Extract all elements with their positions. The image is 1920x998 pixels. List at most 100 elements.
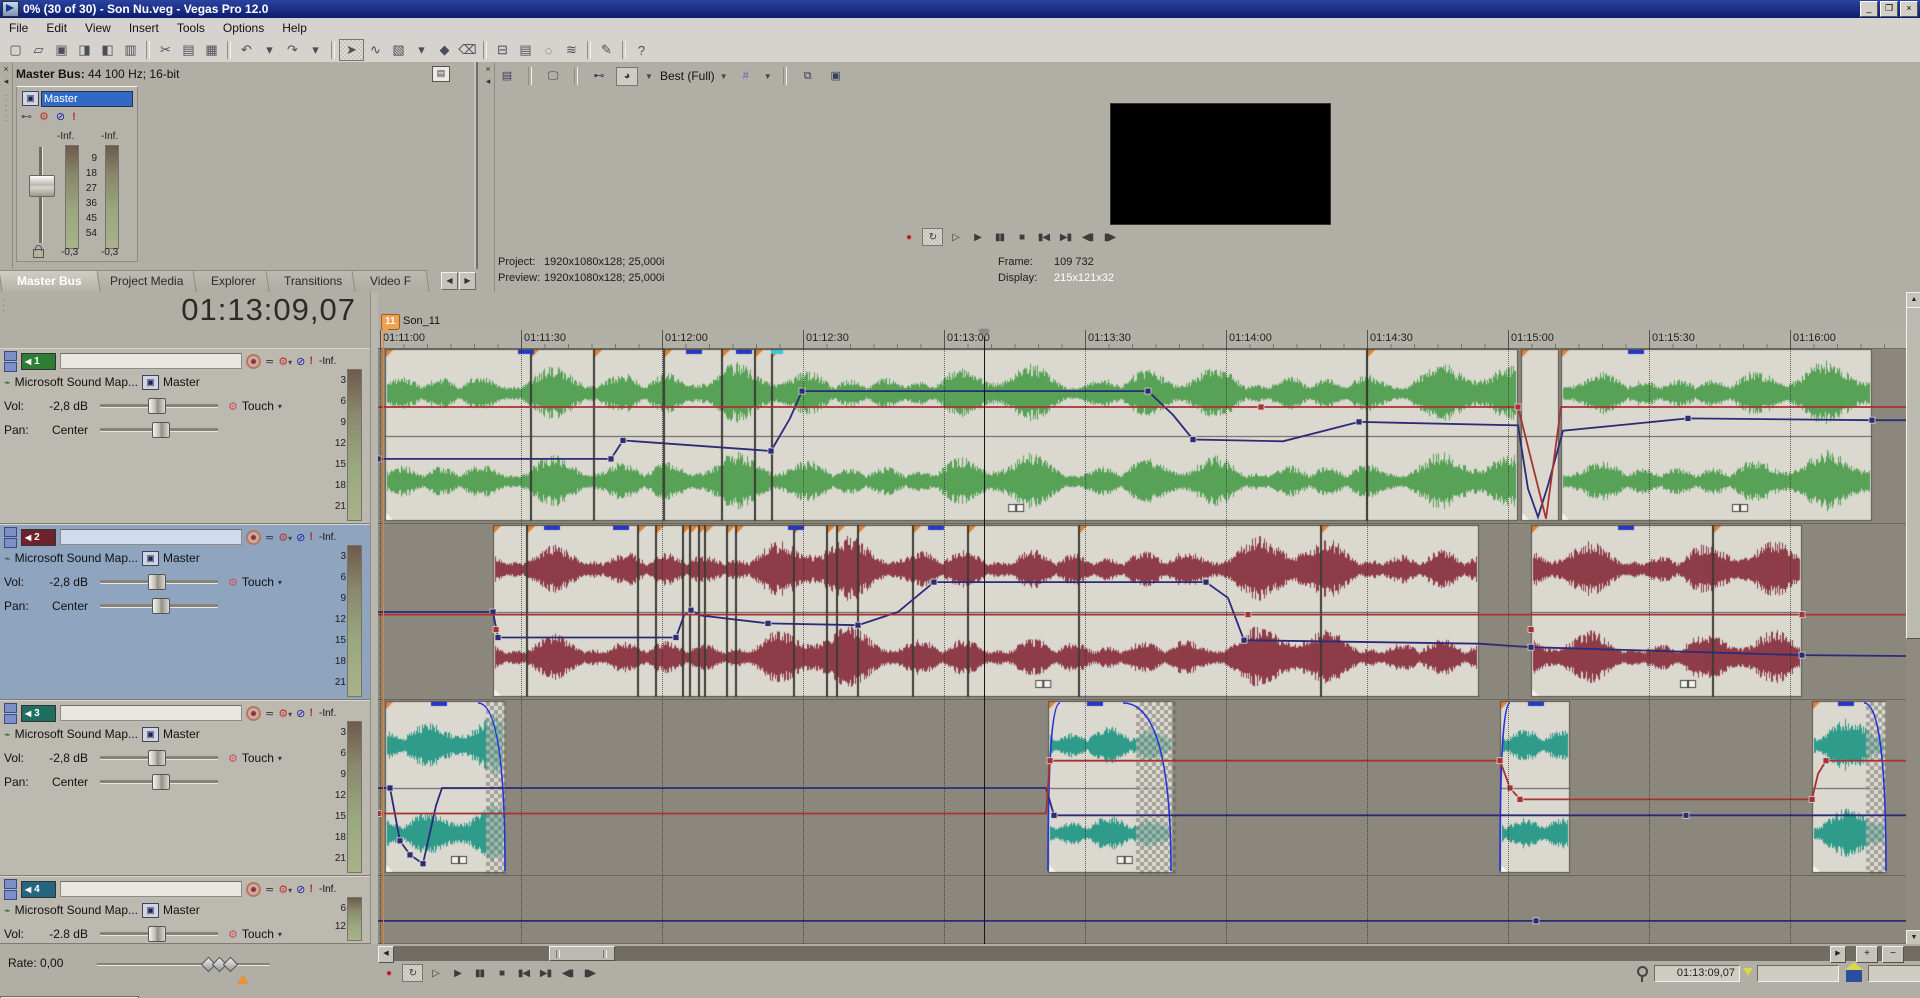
envelope-edit-tool-icon[interactable]: ∿ xyxy=(364,40,387,60)
timeline-track-1[interactable] xyxy=(378,348,1906,524)
go-to-end-button[interactable]: ▶▮ xyxy=(536,965,555,981)
close-button[interactable]: × xyxy=(1900,1,1918,17)
automation-settings-icon[interactable]: ≂ xyxy=(265,883,274,896)
automation-mode[interactable]: Touch xyxy=(242,927,274,941)
tab-transitions[interactable]: Transitions xyxy=(265,270,360,292)
overlay-grid-icon[interactable]: # xyxy=(735,67,757,86)
bus-assign-icon[interactable]: ▣ xyxy=(142,903,159,918)
automation-mode[interactable]: Touch xyxy=(242,399,274,413)
preview-menu-icon[interactable]: ▤ xyxy=(496,67,518,86)
tab-scroll-left-icon[interactable]: ◀ xyxy=(441,272,458,290)
split-screen-icon[interactable]: ◕ xyxy=(616,67,638,86)
arm-record-icon[interactable] xyxy=(246,530,261,545)
menu-edit[interactable]: Edit xyxy=(37,19,76,37)
tab-video-f[interactable]: Video F xyxy=(351,270,429,292)
automation-caret-icon[interactable]: ▾ xyxy=(278,402,282,411)
close-icon[interactable]: × xyxy=(0,64,12,74)
device-selector[interactable]: Microsoft Sound Map... xyxy=(15,727,138,741)
pan-value[interactable]: Center xyxy=(36,423,88,437)
timeline-track-2[interactable] xyxy=(378,524,1906,700)
automation-caret-icon[interactable]: ▾ xyxy=(278,930,282,939)
previous-frame-button[interactable]: ◀▮ xyxy=(1078,229,1097,245)
cut-icon[interactable]: ✂ xyxy=(154,40,177,60)
auto-ripple-icon[interactable]: ≋ xyxy=(560,40,583,60)
insert-fx-icon[interactable]: ⊷ xyxy=(21,110,32,123)
tab-project-media[interactable]: Project Media xyxy=(91,270,201,292)
zoom-in-time-icon[interactable]: + xyxy=(1856,946,1878,963)
maximize-button[interactable]: ❐ xyxy=(1880,1,1898,17)
split-screen-caret[interactable]: ▼ xyxy=(644,66,654,86)
play-button[interactable]: ▶ xyxy=(448,965,467,981)
selection-end-field[interactable] xyxy=(1757,965,1839,982)
loop-playback-button[interactable]: ↻ xyxy=(922,228,943,246)
stop-button[interactable]: ■ xyxy=(1012,229,1031,245)
menu-insert[interactable]: Insert xyxy=(120,19,168,37)
track-name-field[interactable] xyxy=(60,529,242,545)
track-header-1[interactable]: ◀1 ≂ ⚙▾ ⊘ ! -Inf. ⌁ Microsoft Sound Map.… xyxy=(0,348,370,524)
copy-icon[interactable]: ▤ xyxy=(177,40,200,60)
horizontal-scroll-thumb[interactable] xyxy=(549,946,615,961)
time-ruler[interactable]: 01:11:0001:11:3001:12:0001:12:3001:13:00… xyxy=(378,330,1906,349)
selection-length-field[interactable] xyxy=(1868,965,1920,982)
pan-slider[interactable] xyxy=(100,428,218,432)
normal-edit-tool-icon[interactable]: ➤ xyxy=(339,39,364,61)
track-header-2[interactable]: ◀2 ≂ ⚙▾ ⊘ ! -Inf. ⌁ Microsoft Sound Map.… xyxy=(0,524,370,700)
cursor-position-field[interactable]: 01:13:09,07 xyxy=(1654,965,1740,982)
open-project-icon[interactable]: ▱ xyxy=(27,40,50,60)
vol-value[interactable]: -2,8 dB xyxy=(36,399,88,413)
device-selector[interactable]: Microsoft Sound Map... xyxy=(15,551,138,565)
redo-caret-icon[interactable]: ▾ xyxy=(304,40,327,60)
automation-settings-icon[interactable]: ≂ xyxy=(265,355,274,368)
track-fx-icon[interactable]: ⚙▾ xyxy=(278,883,292,896)
play-button[interactable]: ▶ xyxy=(968,229,987,245)
dock-grip[interactable]: ×◂ xyxy=(482,62,495,292)
save-snapshot-icon[interactable]: ▣ xyxy=(825,67,847,86)
playhead-cursor[interactable] xyxy=(984,330,985,944)
track-name-field[interactable] xyxy=(60,353,242,369)
edit-details-icon[interactable]: ▤ xyxy=(514,40,537,60)
mute-icon[interactable]: ⊘ xyxy=(296,707,305,720)
trimmer-tool-icon[interactable]: ⊟ xyxy=(491,40,514,60)
vertical-scroll-thumb[interactable] xyxy=(1906,307,1920,639)
bus-assign-icon[interactable]: ▣ xyxy=(142,727,159,742)
undo-icon[interactable]: ↶ xyxy=(235,40,258,60)
track-height-buttons[interactable] xyxy=(4,527,17,548)
track-fx-icon[interactable]: ⚙▾ xyxy=(278,355,292,368)
zoom-edit-tool-icon[interactable]: ◌ xyxy=(537,40,560,60)
loop-playback-button[interactable]: ↻ xyxy=(402,964,423,982)
marker-bar[interactable]: 11Son_11 xyxy=(378,292,1906,331)
selection-edit-tool-icon[interactable]: ▧ xyxy=(387,40,410,60)
automation-caret-icon[interactable]: ▾ xyxy=(278,754,282,763)
scroll-right-icon[interactable]: ▶ xyxy=(1830,946,1846,963)
arm-record-icon[interactable] xyxy=(246,354,261,369)
menu-help[interactable]: Help xyxy=(273,19,316,37)
lock-fader-icon[interactable] xyxy=(33,249,44,258)
menu-options[interactable]: Options xyxy=(214,19,273,37)
automation-settings-icon[interactable]: ≂ xyxy=(265,531,274,544)
save-project-icon[interactable]: ▣ xyxy=(50,40,73,60)
menu-file[interactable]: File xyxy=(0,19,37,37)
timeline-track-4[interactable] xyxy=(378,876,1906,944)
menu-view[interactable]: View xyxy=(76,19,120,37)
record-button[interactable]: ● xyxy=(898,228,919,246)
track-fx-icon[interactable]: ⚙▾ xyxy=(278,707,292,720)
automation-gear-icon[interactable]: ⚙ xyxy=(228,576,238,589)
vol-slider[interactable] xyxy=(100,580,218,584)
view-menu-icon[interactable]: ▤ xyxy=(432,66,450,82)
close-icon[interactable]: × xyxy=(482,64,494,74)
stop-button[interactable]: ■ xyxy=(492,965,511,981)
track-height-buttons[interactable] xyxy=(4,703,17,724)
vol-slider[interactable] xyxy=(100,756,218,760)
marker-tab[interactable]: 11 xyxy=(381,314,400,330)
pause-button[interactable]: ▮▮ xyxy=(470,965,489,981)
track-height-buttons[interactable] xyxy=(4,879,17,900)
copy-snapshot-icon[interactable]: ⧉ xyxy=(797,67,819,86)
next-frame-button[interactable]: ▮▶ xyxy=(1100,229,1119,245)
play-from-start-button[interactable]: ▷ xyxy=(426,965,445,981)
pin-icon[interactable]: ◂ xyxy=(482,76,494,87)
vol-value[interactable]: -2.8 dB xyxy=(36,927,88,941)
pan-slider[interactable] xyxy=(100,780,218,784)
pan-slider[interactable] xyxy=(100,604,218,608)
vol-value[interactable]: -2,8 dB xyxy=(36,751,88,765)
go-to-start-button[interactable]: ▮◀ xyxy=(514,965,533,981)
